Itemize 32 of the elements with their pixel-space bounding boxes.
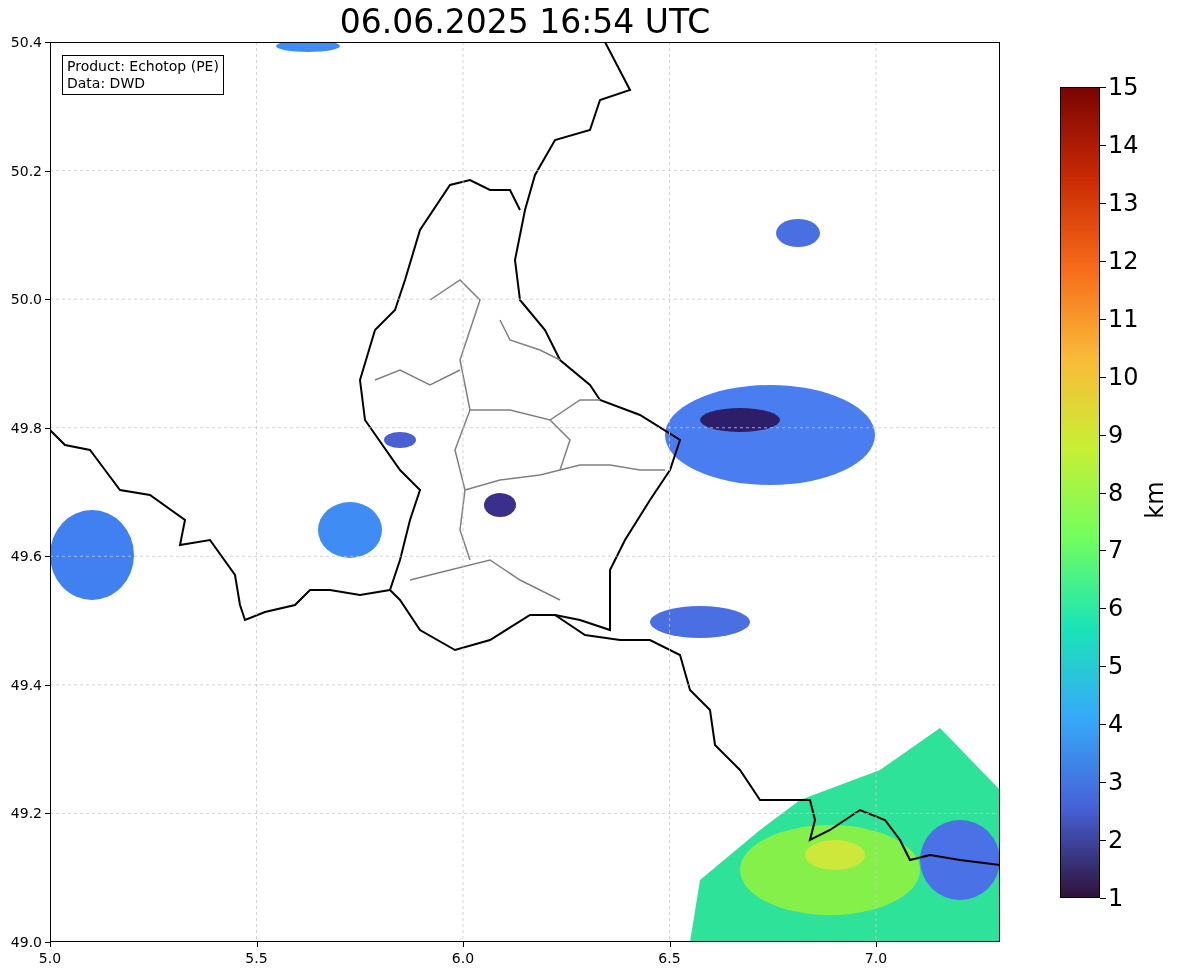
colorbar-tick-label: 14 (1108, 131, 1139, 158)
colorbar-tick-label: 1 (1108, 885, 1124, 911)
chart-title: 06.06.2025 16:54 UTC (338, 2, 712, 42)
colorbar-label: km (1142, 481, 1168, 519)
colorbar-tick-label: 9 (1108, 421, 1124, 448)
colorbar-tick-label: 6 (1108, 595, 1124, 622)
y-tick-label: 49.0 (9, 934, 42, 950)
x-tick-label: 5.5 (245, 950, 268, 966)
colorbar-tick-label: 11 (1108, 305, 1139, 332)
colorbar-tick-label: 12 (1108, 247, 1139, 274)
colorbar-tick-label: 3 (1108, 769, 1124, 796)
y-tick-label: 50.0 (9, 291, 42, 308)
colorbar-tick-label: 8 (1108, 479, 1124, 506)
colorbar-tick-label: 2 (1108, 827, 1124, 854)
colorbar-tick-label: 4 (1108, 711, 1124, 738)
x-tick-label: 5.0 (38, 950, 62, 966)
y-tick-label: 49.6 (9, 548, 42, 565)
y-tick-label: 50.2 (9, 162, 42, 179)
y-tick-label: 49.4 (9, 676, 42, 693)
x-tick-label: 6.0 (451, 950, 475, 966)
colorbar-tick-label: 13 (1108, 189, 1139, 216)
x-tick-label: 7.0 (864, 950, 888, 966)
y-tick-label: 49.2 (9, 805, 42, 822)
colorbar-tick-label: 5 (1108, 653, 1124, 680)
legend-text: Product: Echotop (PE) (67, 58, 219, 75)
y-tick-label: 49.8 (9, 419, 42, 436)
y-tick-label: 50.4 (9, 34, 42, 50)
x-tick-label: 6.5 (658, 950, 681, 966)
colorbar-tick-label: 7 (1108, 537, 1124, 564)
colorbar-tick-label: 10 (1108, 363, 1139, 390)
legend-text: Data: DWD (67, 75, 146, 92)
colorbar-tick-label: 15 (1108, 74, 1139, 100)
